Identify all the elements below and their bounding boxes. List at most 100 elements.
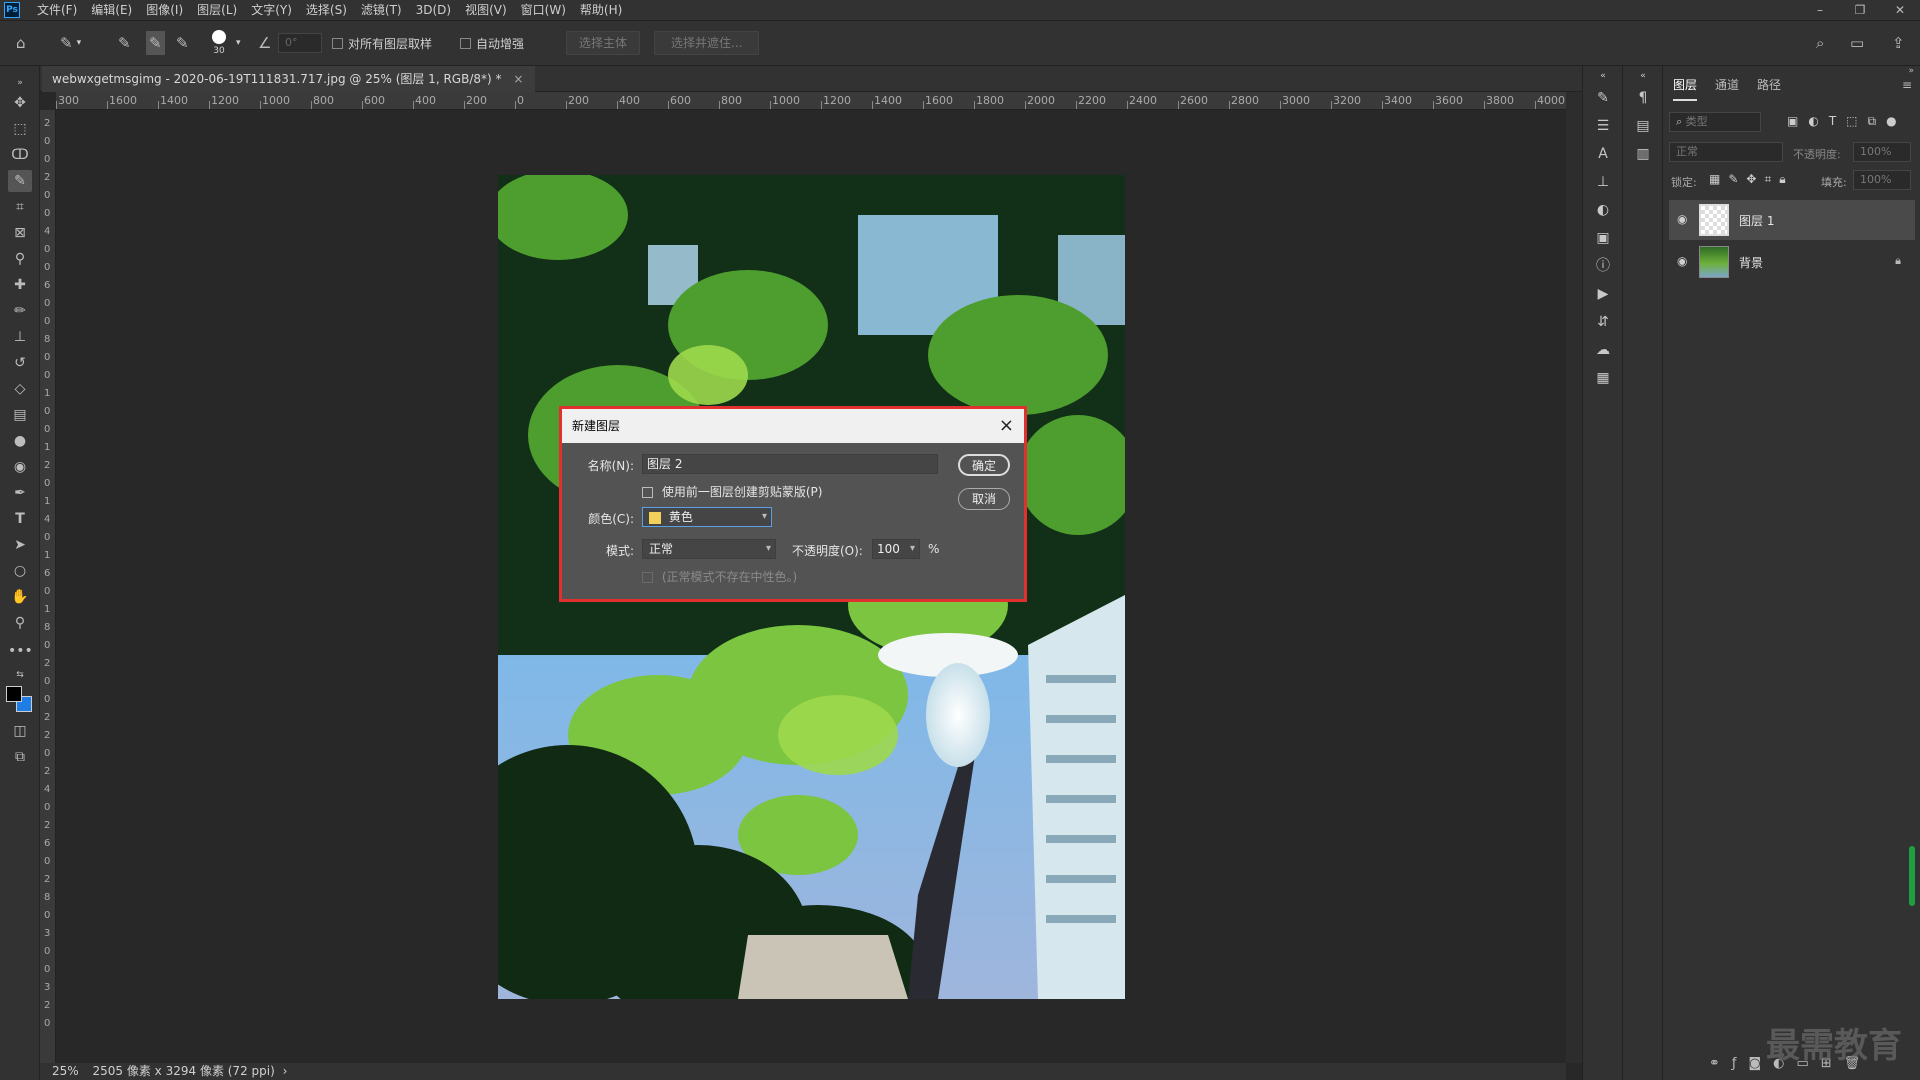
cancel-button[interactable]: 取消: [958, 488, 1010, 510]
link-layers-icon[interactable]: ⚭: [1709, 1056, 1732, 1071]
lock-artboard-icon[interactable]: ⌗: [1764, 172, 1779, 186]
menu-select[interactable]: 选择(S): [299, 0, 354, 20]
document-info[interactable]: 2505 像素 x 3294 像素 (72 ppi): [93, 1064, 275, 1078]
tool-preset-picker[interactable]: ✎ ▾: [60, 21, 81, 65]
quick-mask-icon[interactable]: ◫: [8, 720, 32, 742]
ok-button[interactable]: 确定: [958, 454, 1010, 476]
history-icon[interactable]: ◐: [1593, 200, 1613, 220]
brush-size-picker[interactable]: 30: [212, 21, 226, 65]
layer-comps-icon[interactable]: ⇵: [1593, 312, 1613, 332]
layer-filter-select[interactable]: ⌕ 类型: [1669, 112, 1761, 132]
libraries-icon[interactable]: ▣: [1593, 228, 1613, 248]
panel-menu-icon[interactable]: ≡: [1902, 78, 1912, 92]
zoom-tool-icon[interactable]: ⚲: [8, 612, 32, 634]
document-tab-close-icon[interactable]: ×: [513, 72, 523, 86]
actions-play-icon[interactable]: ▶: [1593, 284, 1613, 304]
lock-pixels-icon[interactable]: ✎: [1728, 172, 1746, 186]
lock-transparent-icon[interactable]: ▦: [1709, 172, 1728, 186]
dodge-tool-icon[interactable]: ◉: [8, 456, 32, 478]
properties-icon[interactable]: ▤: [1633, 116, 1653, 136]
path-selection-tool-icon[interactable]: ➤: [8, 534, 32, 556]
filter-smart-object-icon[interactable]: ⧉: [1868, 114, 1887, 128]
filter-type-icon[interactable]: T: [1829, 114, 1846, 128]
eraser-tool-icon[interactable]: ◇: [8, 378, 32, 400]
fill-field[interactable]: 100%: [1853, 170, 1911, 190]
history-brush-tool-icon[interactable]: ↺: [8, 352, 32, 374]
eyedropper-tool-icon[interactable]: ⚲: [8, 248, 32, 270]
lock-all-icon[interactable]: 🔒︎: [1779, 172, 1793, 186]
auto-enhance-box[interactable]: [460, 37, 471, 49]
sample-all-layers-checkbox[interactable]: 对所有图层取样: [332, 21, 432, 65]
swatches-icon[interactable]: ▦: [1593, 368, 1613, 388]
visibility-eye-icon[interactable]: ◉: [1677, 254, 1687, 268]
layer-row-layer1[interactable]: ◉ 图层 1: [1669, 200, 1915, 240]
search-icon[interactable]: ⌕: [1816, 21, 1824, 65]
layer-name-input[interactable]: 图层 2: [642, 454, 938, 474]
move-tool-icon[interactable]: ✥: [8, 92, 32, 114]
clipping-mask-checkbox[interactable]: 使用前一图层创建剪贴蒙版(P): [642, 483, 822, 500]
minimize-button[interactable]: –: [1800, 0, 1840, 20]
menu-filter[interactable]: 滤镜(T): [354, 0, 409, 20]
dialog-title-bar[interactable]: 新建图层 ×: [562, 409, 1024, 443]
clone-stamp-tool-icon[interactable]: ⊥: [8, 326, 32, 348]
brush-dropdown-icon[interactable]: ▾: [236, 21, 241, 65]
layer-name[interactable]: 图层 1: [1739, 212, 1774, 229]
opacity-field[interactable]: 100%: [1853, 142, 1911, 162]
photoshop-logo-icon[interactable]: Ps: [4, 2, 20, 18]
filter-shape-icon[interactable]: ⬚: [1846, 114, 1867, 128]
zoom-level[interactable]: 25%: [52, 1064, 79, 1078]
opacity-input[interactable]: 100 ▾: [872, 539, 920, 559]
tab-channels[interactable]: 通道: [1715, 76, 1739, 93]
screen-mode-icon[interactable]: ⧉: [8, 746, 32, 768]
notes-icon[interactable]: ▥: [1633, 144, 1653, 164]
canvas-vertical-scrollbar[interactable]: [1566, 92, 1582, 1063]
panel-scroll-indicator[interactable]: [1909, 846, 1915, 906]
paragraph-icon[interactable]: ¶: [1633, 88, 1653, 108]
marquee-tool-icon[interactable]: ⬚: [8, 118, 32, 140]
hand-tool-icon[interactable]: ✋: [8, 586, 32, 608]
lasso-tool-icon[interactable]: ↀ: [8, 144, 32, 166]
3d-icon[interactable]: ☁: [1593, 340, 1613, 360]
menu-3d[interactable]: 3D(D): [409, 0, 458, 20]
angle-field[interactable]: 0°: [278, 21, 322, 65]
filter-adjustment-icon[interactable]: ◐: [1808, 114, 1828, 128]
healing-brush-tool-icon[interactable]: ✚: [8, 274, 32, 296]
blur-tool-icon[interactable]: ●: [8, 430, 32, 452]
ellipse-tool-icon[interactable]: ○: [8, 560, 32, 582]
share-icon[interactable]: ⇪: [1892, 21, 1905, 65]
close-window-button[interactable]: ✕: [1880, 0, 1920, 20]
color-select[interactable]: 黄色 ▾: [642, 507, 772, 527]
clipping-mask-box[interactable]: [642, 487, 653, 498]
menu-type[interactable]: 文字(Y): [244, 0, 299, 20]
restore-button[interactable]: ❐: [1840, 0, 1880, 20]
workspace-icon[interactable]: ▭: [1850, 21, 1864, 65]
adjustments-icon[interactable]: ☰: [1593, 116, 1613, 136]
select-subject-button[interactable]: 选择主体: [566, 21, 641, 65]
tab-paths[interactable]: 路径: [1757, 76, 1781, 93]
home-icon[interactable]: ⌂: [16, 21, 26, 65]
document-tab[interactable]: webwxgetmsgimg - 2020-06-19T111831.717.j…: [42, 66, 536, 92]
brush-tool-icon[interactable]: ✏: [8, 300, 32, 322]
lock-position-icon[interactable]: ✥: [1746, 172, 1764, 186]
mode-select[interactable]: 正常 ▾: [642, 539, 776, 559]
select-and-mask-button[interactable]: 选择并遮住...: [654, 21, 760, 65]
add-to-selection-brush-icon[interactable]: ✎: [146, 31, 165, 55]
menu-help[interactable]: 帮助(H): [573, 0, 629, 20]
info-icon[interactable]: ⓘ: [1593, 256, 1613, 276]
menu-image[interactable]: 图像(I): [139, 0, 190, 20]
filter-pixel-icon[interactable]: ▣: [1787, 114, 1808, 128]
subtract-selection-brush-icon[interactable]: ✎: [176, 21, 189, 65]
expand-panels-icon-2[interactable]: «: [1633, 66, 1653, 86]
layer-row-background[interactable]: ◉ 背景 🔒︎: [1669, 242, 1915, 282]
foreground-color-swatch[interactable]: [6, 686, 22, 702]
brush-settings-icon[interactable]: ✎: [1593, 88, 1613, 108]
menu-file[interactable]: 文件(F): [30, 0, 84, 20]
frame-tool-icon[interactable]: ⊠: [8, 222, 32, 244]
menu-view[interactable]: 视图(V): [458, 0, 514, 20]
swap-colors-icon[interactable]: ⇆: [8, 664, 32, 686]
menu-window[interactable]: 窗口(W): [514, 0, 573, 20]
gradient-tool-icon[interactable]: ▤: [8, 404, 32, 426]
menu-layer[interactable]: 图层(L): [190, 0, 244, 20]
layer-name[interactable]: 背景: [1739, 254, 1763, 271]
tab-layers[interactable]: 图层: [1673, 76, 1698, 101]
